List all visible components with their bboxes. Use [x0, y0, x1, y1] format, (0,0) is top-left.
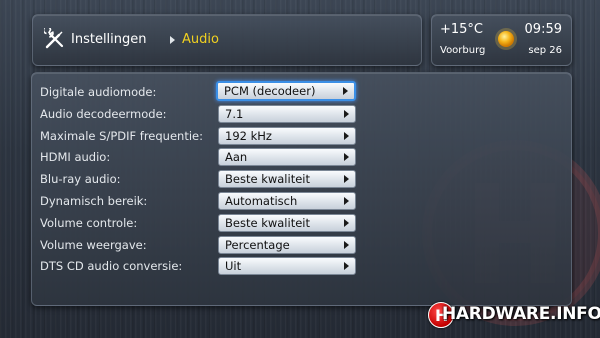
setting-row: Dynamisch bereik: Automatisch [32, 192, 571, 212]
clock-date: sep 26 [528, 45, 562, 56]
setting-row: Digitale audiomode: PCM (decodeer) [32, 81, 571, 103]
setting-label: Volume weergave: [40, 237, 147, 252]
setting-select[interactable]: Automatisch [218, 192, 356, 210]
setting-value: 192 kHz [225, 128, 272, 143]
chevron-right-icon [343, 87, 348, 95]
setting-value: Beste kwaliteit [225, 172, 310, 187]
setting-value: Percentage [225, 237, 290, 252]
setting-value: Aan [225, 150, 248, 165]
chevron-right-icon [344, 240, 349, 249]
setting-row: HDMI audio: Aan [32, 148, 571, 168]
chevron-right-icon [344, 109, 349, 118]
setting-row: Volume weergave: Percentage [32, 235, 571, 256]
setting-row: Audio decodeermode: 7.1 [32, 104, 571, 125]
setting-select[interactable]: Uit [218, 257, 356, 276]
setting-select[interactable]: 192 kHz [218, 126, 356, 145]
chevron-right-icon [344, 153, 349, 162]
setting-value: 7.1 [225, 106, 244, 121]
setting-select[interactable]: Aan [218, 148, 356, 167]
setting-select[interactable]: PCM (decodeer) [216, 81, 356, 101]
setting-label: Maximale S/PDIF frequentie: [40, 128, 203, 143]
setting-label: Volume controle: [40, 215, 138, 230]
breadcrumb-separator-icon [170, 36, 175, 44]
chevron-right-icon [344, 262, 349, 271]
setting-value: Uit [225, 259, 242, 274]
setting-row: Maximale S/PDIF frequentie: 192 kHz [32, 126, 571, 147]
setting-row: Volume controle: Beste kwaliteit [32, 213, 571, 234]
weather-city: Voorburg [440, 45, 486, 56]
tools-icon [44, 28, 64, 49]
setting-row: Blu-ray audio: Beste kwaliteit [32, 170, 571, 190]
chevron-right-icon [344, 175, 349, 184]
setting-label: Digitale audiomode: [40, 85, 157, 99]
chevron-right-icon [344, 218, 349, 227]
setting-select[interactable]: Beste kwaliteit [218, 170, 356, 189]
breadcrumb-root[interactable]: Instellingen [71, 32, 147, 48]
chevron-right-icon [344, 197, 349, 205]
hardware-info-logo: H HARDWARE.INFO [428, 300, 600, 328]
setting-value: Automatisch [225, 194, 298, 208]
setting-value: Beste kwaliteit [225, 215, 310, 230]
header-panel: Instellingen Audio [32, 14, 422, 66]
weather-temperature: +15°C [440, 22, 484, 37]
sun-icon [495, 28, 517, 50]
setting-select[interactable]: Beste kwaliteit [218, 213, 356, 232]
setting-value: PCM (decodeer) [224, 84, 316, 98]
setting-select[interactable]: 7.1 [218, 104, 356, 123]
setting-label: Audio decodeermode: [40, 106, 167, 121]
setting-select[interactable]: Percentage [218, 235, 356, 254]
setting-label: HDMI audio: [40, 150, 111, 165]
setting-label: Dynamisch bereik: [40, 194, 148, 208]
clock-time: 09:59 [524, 22, 562, 37]
chevron-right-icon [344, 131, 349, 140]
audio-settings-panel: Digitale audiomode: PCM (decodeer) Audio d… [31, 72, 572, 306]
logo-text: HARDWARE.INFO [442, 304, 600, 324]
weather-panel: +15°C 09:59 Voorburg sep 26 [431, 14, 572, 66]
setting-row: DTS CD audio conversie: Uit [32, 257, 571, 277]
breadcrumb-current: Audio [182, 32, 219, 47]
screen: { "header": { "breadcrumb_root": "Instel… [0, 0, 600, 338]
setting-label: DTS CD audio conversie: [40, 259, 183, 274]
setting-label: Blu-ray audio: [40, 172, 121, 187]
